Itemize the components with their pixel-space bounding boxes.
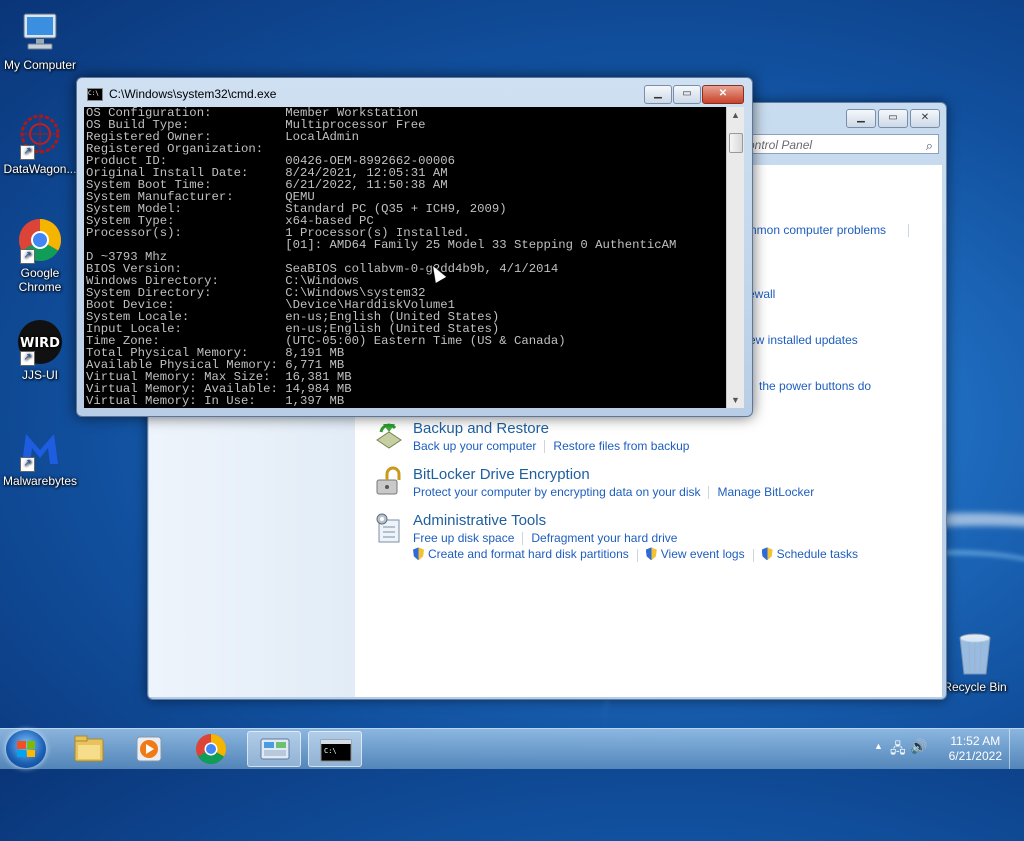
taskbar-cmd-button[interactable]: C:\	[308, 731, 362, 767]
administrative-tools-title[interactable]: Administrative Tools	[413, 512, 858, 529]
installed-updates-link[interactable]: ew installed updates	[749, 333, 858, 347]
window-controls: ▁ ▭ ✕	[846, 109, 940, 128]
taskbar-media-player-button[interactable]	[122, 731, 176, 767]
minimize-button[interactable]: ▁	[644, 85, 672, 104]
folder-icon	[74, 735, 104, 762]
windows-logo-icon	[17, 741, 35, 757]
clock[interactable]: 11:52 AM 6/21/2022	[949, 734, 1002, 764]
desktop-icon-label: Google Chrome	[18, 266, 62, 294]
network-icon[interactable]: 🖧	[890, 738, 906, 762]
taskbar-control-panel-button[interactable]	[247, 731, 301, 767]
chrome-icon	[196, 734, 227, 765]
malwarebytes-icon: ↗	[16, 424, 64, 472]
search-icon[interactable]: ⌕	[926, 136, 933, 156]
cmd-icon-text: C:\	[324, 747, 337, 755]
taskbar-explorer-button[interactable]	[62, 731, 116, 767]
system-tray: ▲ 🖧 🔊 11:52 AM 6/21/2022	[864, 729, 1024, 769]
clock-date: 6/21/2022	[948, 749, 1002, 763]
desktop-icon-datawagon[interactable]: ↗ DataWagon...	[0, 112, 80, 176]
close-button[interactable]: ✕	[702, 85, 744, 104]
console-text: OS Configuration: Member Workstation OS …	[86, 107, 677, 408]
scroll-up-arrow-icon[interactable]: ▲	[727, 107, 744, 123]
minimize-button[interactable]: ▁	[846, 109, 876, 128]
search-input[interactable]: ontrol Panel ⌕	[743, 134, 939, 154]
search-placeholder: ontrol Panel	[748, 138, 813, 152]
category-administrative-tools: Administrative Tools Free up disk space D…	[373, 512, 858, 562]
separator	[908, 224, 909, 237]
troubleshoot-link[interactable]: nmon computer problems	[750, 223, 886, 237]
taskbar-chrome-button[interactable]	[184, 731, 238, 767]
create-format-partitions-link[interactable]: Create and format hard disk partitions	[428, 547, 629, 561]
scroll-down-arrow-icon[interactable]: ▼	[727, 392, 744, 408]
bitlocker-title[interactable]: BitLocker Drive Encryption	[413, 466, 814, 483]
show-desktop-button[interactable]	[1009, 729, 1024, 769]
desktop-icon-malwarebytes[interactable]: ↗ Malwarebytes	[0, 424, 80, 488]
desktop-icon-my-computer[interactable]: My Computer	[0, 8, 80, 72]
view-event-logs-link[interactable]: View event logs	[661, 547, 745, 561]
close-button[interactable]: ✕	[910, 109, 940, 128]
free-up-disk-space-link[interactable]: Free up disk space	[413, 531, 514, 545]
scroll-thumb[interactable]	[729, 133, 743, 153]
shortcut-arrow-icon: ↗	[20, 457, 35, 472]
category-backup-and-restore: Backup and Restore Back up your computer…	[373, 420, 689, 454]
clock-time: 11:52 AM	[950, 734, 1001, 748]
protect-computer-link[interactable]: Protect your computer by encrypting data…	[413, 485, 700, 499]
shortcut-arrow-icon: ↗	[20, 351, 35, 366]
console-output[interactable]: OS Configuration: Member Workstation OS …	[84, 107, 726, 408]
back-up-computer-link[interactable]: Back up your computer	[413, 439, 536, 453]
separator	[544, 440, 546, 454]
separator	[708, 486, 710, 500]
shield-icon	[761, 547, 773, 561]
shield-icon	[413, 547, 424, 561]
datawagon-icon: ↗	[16, 112, 64, 160]
desktop-icon-label: My Computer	[3, 58, 77, 72]
manage-bitlocker-link[interactable]: Manage BitLocker	[717, 485, 814, 499]
shield-icon	[645, 547, 657, 561]
cmd-title-bar[interactable]: C:\ C:\Windows\system32\cmd.exe	[87, 87, 276, 101]
cmd-window[interactable]: C:\ C:\Windows\system32\cmd.exe ▁ ▭ ✕ OS…	[76, 77, 753, 417]
desktop-icon-label: JJS-UI	[22, 368, 58, 382]
chrome-icon: ↗	[16, 216, 64, 264]
desktop-icon-label: Recycle Bin	[943, 680, 1007, 694]
schedule-tasks-link[interactable]: Schedule tasks	[777, 547, 858, 561]
cmd-icon: C:\	[320, 739, 352, 762]
desktop-icon-label: Malwarebytes	[2, 474, 78, 488]
start-button[interactable]	[6, 730, 46, 768]
administrative-tools-icon	[373, 512, 405, 544]
maximize-button[interactable]: ▭	[878, 109, 908, 128]
shortcut-arrow-icon: ↗	[20, 249, 35, 264]
separator	[752, 548, 754, 562]
desktop-icon-jjs-ui[interactable]: WIRD ↗ JJS-UI	[0, 318, 80, 382]
separator	[636, 548, 638, 562]
bitlocker-icon	[373, 466, 405, 498]
jjs-ui-logo-text: WIRD	[20, 336, 60, 351]
backup-and-restore-title[interactable]: Backup and Restore	[413, 420, 689, 437]
desktop-icon-google-chrome[interactable]: ↗ Google Chrome	[0, 216, 80, 294]
maximize-button[interactable]: ▭	[673, 85, 701, 104]
desktop-icon-label: DataWagon...	[3, 162, 77, 176]
show-hidden-icons-icon[interactable]: ▲	[874, 741, 883, 751]
category-bitlocker: BitLocker Drive Encryption Protect your …	[373, 466, 814, 500]
media-player-icon	[136, 736, 162, 762]
separator	[522, 532, 524, 546]
control-panel-icon	[260, 738, 290, 760]
jjs-ui-icon: WIRD ↗	[16, 318, 64, 366]
backup-restore-icon	[373, 420, 405, 452]
restore-files-link[interactable]: Restore files from backup	[553, 439, 689, 453]
recycle-bin-icon	[951, 630, 999, 678]
taskbar: C:\ ▲ 🖧 🔊 11:52 AM 6/21/2022	[0, 728, 1024, 769]
computer-icon	[16, 8, 64, 56]
desktop-icon-recycle-bin[interactable]: Recycle Bin	[935, 630, 1015, 694]
cmd-window-title: C:\Windows\system32\cmd.exe	[109, 87, 277, 101]
cmd-icon: C:\	[87, 87, 103, 101]
power-buttons-link[interactable]: the power buttons do	[759, 379, 871, 393]
vertical-scrollbar[interactable]: ▲ ▼	[726, 107, 744, 408]
shortcut-arrow-icon: ↗	[20, 145, 35, 160]
volume-icon[interactable]: 🔊	[910, 738, 927, 755]
window-controls: ▁ ▭ ✕	[644, 85, 744, 104]
defragment-link[interactable]: Defragment your hard drive	[531, 531, 677, 545]
